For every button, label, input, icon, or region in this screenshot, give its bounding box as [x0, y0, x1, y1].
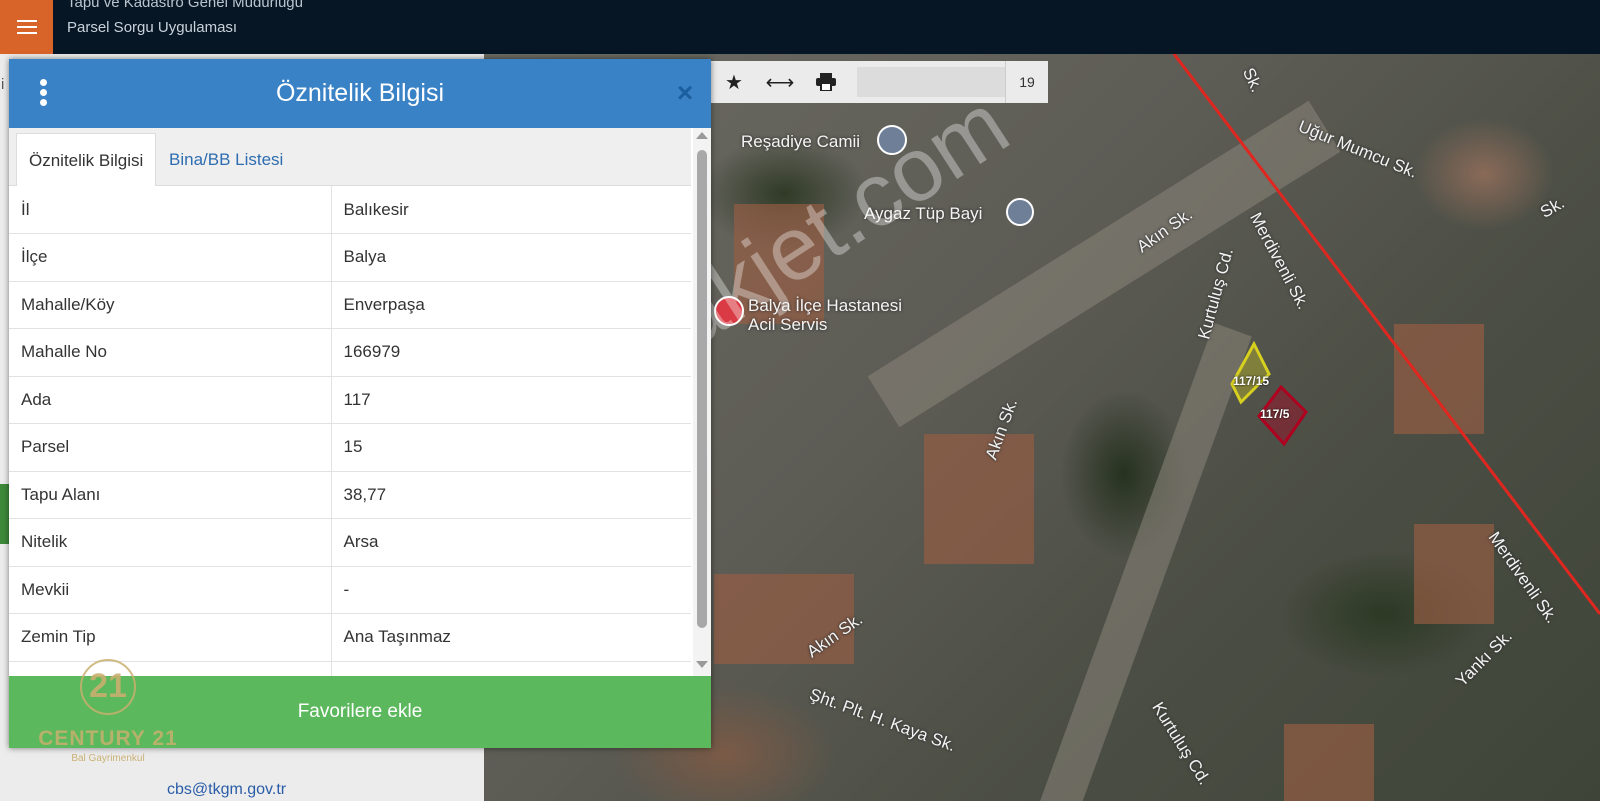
attribute-value: Arsa — [331, 518, 691, 567]
table-row: Parsel 15 — [9, 423, 691, 472]
attribute-value: Enverpaşa — [331, 281, 691, 329]
attribute-value: 117 — [331, 376, 691, 424]
attribute-key: Mahalle No — [9, 328, 332, 377]
attribute-key: Parsel — [9, 423, 332, 472]
dialog-more-options-icon[interactable] — [35, 79, 51, 109]
hamburger-icon — [16, 20, 37, 34]
table-row: Mahalle No 166979 — [9, 328, 691, 377]
table-row: Mahalle/Köy Enverpaşa — [9, 281, 691, 329]
table-row: Mevkii - — [9, 566, 691, 614]
attribute-value: Balıkesir — [331, 186, 691, 234]
attribute-value: 15 — [331, 423, 691, 472]
attribute-key: Mevkii — [9, 566, 332, 614]
parcel-label-117-5[interactable]: 117/5 — [1260, 407, 1289, 421]
hamburger-menu-button[interactable] — [0, 0, 53, 54]
map-scale-bar — [857, 67, 1005, 97]
dialog-header: Öznitelik Bilgisi × — [9, 59, 711, 128]
scrollbar-thumb[interactable] — [697, 150, 707, 628]
zoom-level-indicator: 19 — [1005, 61, 1048, 103]
attribute-key: Zemin Tip — [9, 613, 332, 662]
table-row: Zemin Tip Ana Taşınmaz — [9, 613, 691, 662]
attribute-key: Ada — [9, 376, 332, 424]
measure-distance-icon[interactable]: ⟷ — [757, 61, 803, 103]
table-row: Nitelik Arsa — [9, 518, 691, 567]
scroll-down-arrow-icon[interactable] — [696, 661, 708, 668]
gas-station-marker-icon[interactable] — [1006, 198, 1034, 226]
app-title-application: Parsel Sorgu Uygulaması — [67, 19, 238, 36]
dialog-title: Öznitelik Bilgisi — [275, 79, 445, 107]
favorites-star-icon[interactable]: ★ — [711, 61, 757, 103]
scroll-up-arrow-icon[interactable] — [696, 132, 708, 139]
map-toolbar: ★ ⟷ 19 — [711, 61, 1048, 103]
attribute-key: İlçe — [9, 233, 332, 282]
attribute-value: 38,77 — [331, 471, 691, 519]
poi-label-gas-dealer[interactable]: Aygaz Tüp Bayi — [864, 204, 982, 224]
attribute-value — [331, 661, 691, 676]
tab-building-list[interactable]: Bina/BB Listesi — [157, 133, 295, 186]
attribute-key — [9, 661, 332, 676]
attribute-value: Balya — [331, 233, 691, 282]
mosque-marker-icon[interactable] — [877, 125, 907, 155]
printer-glyph — [816, 73, 836, 91]
building-roof — [924, 434, 1034, 564]
parcel-label-117-15[interactable]: 117/15 — [1233, 374, 1269, 388]
table-row — [9, 661, 691, 676]
top-app-bar: Tapu ve Kadastro Genel Müdürlüğü Parsel … — [0, 0, 1600, 54]
attribute-key: İl — [9, 186, 332, 234]
add-to-favorites-button[interactable]: Favorilere ekle — [9, 676, 711, 748]
attribute-table: İl Balıkesir İlçe Balya Mahalle/Köy Enverpa… — [9, 186, 691, 676]
tab-attribute-info[interactable]: Öznitelik Bilgisi — [16, 133, 157, 186]
attribute-value: 166979 — [331, 328, 691, 377]
attribute-info-dialog: Öznitelik Bilgisi × Öznitelik Bilgisi Bi… — [9, 59, 711, 748]
road-shape — [1036, 322, 1252, 801]
contact-email-link[interactable]: cbs@tkgm.gov.tr — [167, 781, 286, 799]
left-panel-text: i — [1, 76, 5, 93]
table-row: İl Balıkesir — [9, 186, 691, 234]
attribute-key: Nitelik — [9, 518, 332, 567]
attribute-value: - — [331, 566, 691, 614]
poi-label-emergency[interactable]: Acil Servis — [748, 315, 827, 335]
attribute-value: Ana Taşınmaz — [331, 613, 691, 662]
dialog-tabs: Öznitelik Bilgisi Bina/BB Listesi — [9, 128, 691, 186]
table-row: Ada 117 — [9, 376, 691, 424]
hospital-marker-icon[interactable] — [714, 296, 744, 326]
poi-label-mosque[interactable]: Reşadiye Camii — [741, 132, 860, 152]
attribute-key: Tapu Alanı — [9, 471, 332, 519]
building-roof — [714, 574, 854, 664]
building-roof — [1284, 724, 1374, 801]
app-title-organization: Tapu ve Kadastro Genel Müdürlüğü — [67, 0, 303, 11]
attribute-table-container: İl Balıkesir İlçe Balya Mahalle/Köy Enverpa… — [9, 186, 691, 676]
dialog-close-icon[interactable]: × — [671, 79, 699, 107]
building-roof — [1394, 324, 1484, 434]
poi-label-hospital[interactable]: Balya İlçe Hastanesi — [748, 296, 902, 316]
building-roof — [1414, 524, 1494, 624]
table-row: İlçe Balya — [9, 233, 691, 282]
attribute-key: Mahalle/Köy — [9, 281, 332, 329]
print-icon[interactable] — [803, 61, 849, 103]
table-row: Tapu Alanı 38,77 — [9, 471, 691, 519]
table-scrollbar[interactable] — [693, 128, 711, 676]
